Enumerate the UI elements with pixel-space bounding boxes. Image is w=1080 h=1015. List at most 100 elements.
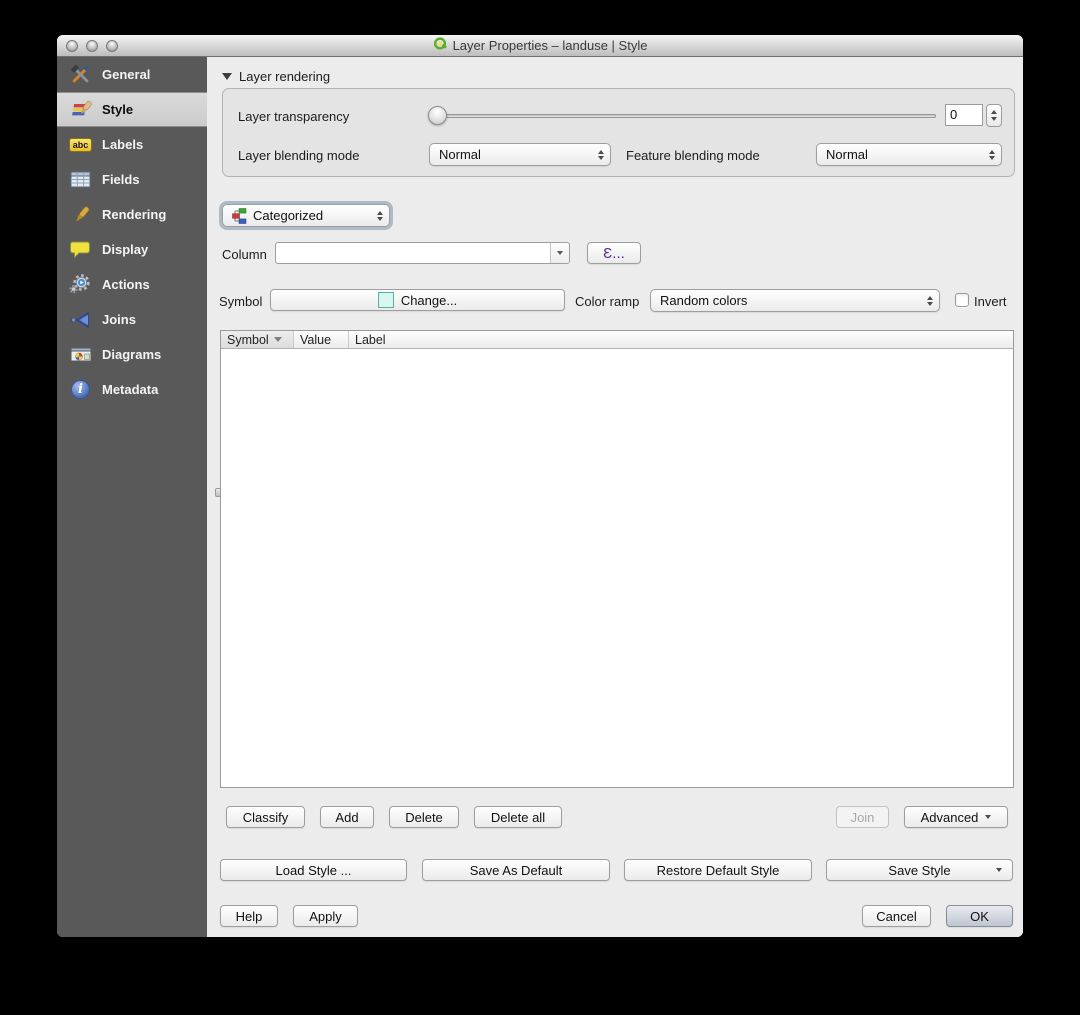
change-button-label: Change...	[400, 292, 458, 308]
chevron-down-icon	[996, 868, 1002, 872]
sidebar-item-joins[interactable]: Joins	[57, 302, 207, 337]
popup-arrows-icon	[377, 205, 383, 226]
classes-table[interactable]: Symbol Value Label	[220, 330, 1014, 788]
feature-blending-dropdown[interactable]: Normal	[816, 143, 1002, 166]
zoom-button[interactable]	[106, 40, 118, 52]
restore-default-style-button[interactable]: Restore Default Style	[624, 859, 812, 881]
column-header-symbol[interactable]: Symbol	[221, 331, 294, 348]
sidebar-item-label: Joins	[102, 312, 136, 327]
sidebar-item-labels[interactable]: abc Labels	[57, 127, 207, 162]
minimize-button[interactable]	[86, 40, 98, 52]
column-header-value[interactable]: Value	[294, 331, 349, 348]
cancel-button[interactable]: Cancel	[862, 905, 931, 927]
restore-default-style-label: Restore Default Style	[656, 862, 780, 878]
transparency-stepper[interactable]	[986, 104, 1002, 127]
layer-properties-window: Layer Properties – landuse | Style Gener…	[57, 35, 1023, 937]
disclosure-triangle-icon	[222, 73, 232, 80]
join-label: Join	[850, 809, 875, 825]
table-icon	[68, 168, 93, 192]
layer-blending-value: Normal	[439, 147, 481, 162]
delete-all-button[interactable]: Delete all	[474, 806, 562, 828]
section-title: Layer rendering	[239, 69, 331, 84]
sidebar: General Style abc Labels Fields Renderin…	[57, 57, 207, 937]
classify-label: Classify	[242, 809, 289, 825]
color-ramp-value: Random colors	[660, 293, 748, 308]
column-label: Column	[222, 247, 267, 262]
save-style-button[interactable]: Save Style	[826, 859, 1013, 881]
load-style-button[interactable]: Load Style ...	[220, 859, 407, 881]
advanced-label: Advanced	[920, 809, 979, 825]
sidebar-item-fields[interactable]: Fields	[57, 162, 207, 197]
advanced-button[interactable]: Advanced	[904, 806, 1008, 828]
stepper-down-icon[interactable]	[991, 117, 997, 121]
column-combobox[interactable]	[275, 242, 570, 264]
feature-blending-label: Feature blending mode	[626, 148, 760, 163]
feature-blending-value: Normal	[826, 147, 868, 162]
titlebar[interactable]: Layer Properties – landuse | Style	[57, 35, 1023, 57]
load-style-label: Load Style ...	[275, 862, 352, 878]
layer-transparency-slider[interactable]	[428, 106, 936, 125]
paintbrush-icon	[68, 98, 93, 122]
slider-handle[interactable]	[428, 106, 447, 125]
sidebar-item-label: Actions	[102, 277, 150, 292]
popup-arrows-icon	[927, 290, 933, 311]
layer-blending-label: Layer blending mode	[238, 148, 360, 163]
table-header: Symbol Value Label	[221, 331, 1013, 349]
ok-label: OK	[970, 908, 989, 924]
chevron-down-icon	[985, 815, 992, 819]
layer-rendering-groupbox: Layer transparency 0 Layer blending mode…	[222, 88, 1015, 177]
sidebar-item-actions[interactable]: Actions	[57, 267, 207, 302]
sidebar-item-metadata[interactable]: i Metadata	[57, 372, 207, 407]
sidebar-item-label: Fields	[102, 172, 140, 187]
sidebar-item-rendering[interactable]: Rendering	[57, 197, 207, 232]
add-label: Add	[335, 809, 359, 825]
save-style-label: Save Style	[888, 862, 951, 878]
classify-button[interactable]: Classify	[226, 806, 305, 828]
join-button[interactable]: Join	[836, 806, 889, 828]
renderer-type-value: Categorized	[253, 208, 324, 223]
renderer-type-dropdown[interactable]: Categorized	[222, 204, 390, 227]
join-arrow-icon	[68, 308, 93, 332]
column-header-label: Value	[300, 332, 332, 347]
close-button[interactable]	[66, 40, 78, 52]
cancel-label: Cancel	[876, 908, 917, 924]
delete-button[interactable]: Delete	[389, 806, 459, 828]
ok-button[interactable]: OK	[946, 905, 1013, 927]
help-button[interactable]: Help	[220, 905, 278, 927]
table-body-empty[interactable]	[221, 349, 1013, 789]
combo-dropdown-button[interactable]	[550, 243, 569, 263]
popup-arrows-icon	[598, 144, 604, 165]
diagram-icon	[68, 343, 93, 367]
add-button[interactable]: Add	[320, 806, 374, 828]
column-header-label: Label	[355, 332, 386, 347]
abc-tag-text: abc	[68, 137, 93, 152]
info-icon: i	[68, 378, 93, 402]
stepper-up-icon[interactable]	[991, 110, 997, 114]
layer-rendering-section-header[interactable]: Layer rendering	[222, 69, 330, 84]
expression-builder-button[interactable]: Ɛ...	[587, 242, 641, 264]
categorized-icon	[232, 207, 247, 224]
traffic-lights	[66, 40, 118, 52]
invert-checkbox[interactable]	[955, 293, 969, 307]
qgis-icon	[433, 36, 448, 56]
sidebar-item-diagrams[interactable]: Diagrams	[57, 337, 207, 372]
layer-blending-dropdown[interactable]: Normal	[429, 143, 611, 166]
apply-button[interactable]: Apply	[293, 905, 358, 927]
color-ramp-label: Color ramp	[575, 294, 640, 309]
change-symbol-button[interactable]: Change...	[270, 289, 565, 311]
layer-transparency-label: Layer transparency	[238, 109, 350, 124]
sidebar-item-style[interactable]: Style	[57, 92, 207, 127]
brush-icon	[68, 203, 93, 227]
column-header-label-col[interactable]: Label	[349, 331, 1013, 348]
abc-tag-icon: abc	[68, 133, 93, 157]
sidebar-item-general[interactable]: General	[57, 57, 207, 92]
sidebar-item-label: Style	[102, 102, 134, 117]
sidebar-item-label: Metadata	[102, 382, 159, 397]
tools-icon	[68, 63, 93, 87]
save-as-default-button[interactable]: Save As Default	[422, 859, 610, 881]
color-ramp-dropdown[interactable]: Random colors	[650, 289, 940, 312]
transparency-value-field[interactable]: 0	[945, 104, 983, 126]
sidebar-item-display[interactable]: Display	[57, 232, 207, 267]
window-title: Layer Properties – landuse | Style	[452, 38, 648, 53]
invert-label: Invert	[974, 294, 1007, 309]
